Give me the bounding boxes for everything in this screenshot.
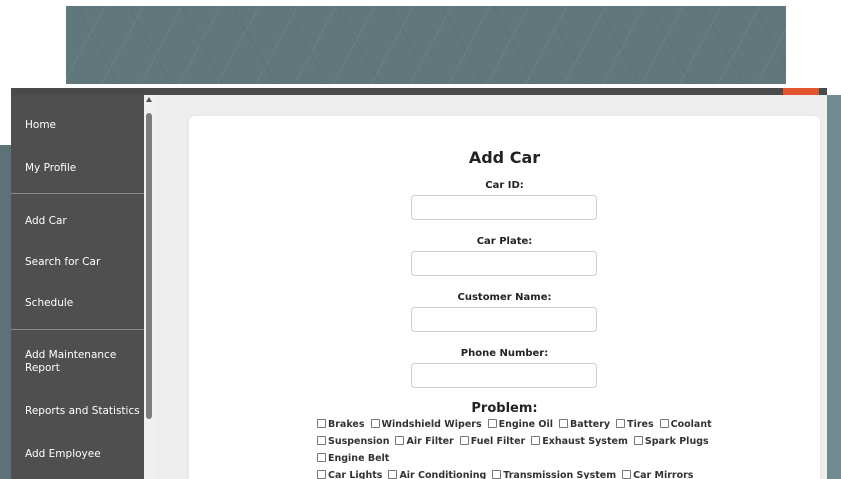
sidebar-item-add-employee[interactable]: Add Employee bbox=[11, 448, 144, 461]
page-title: Add Car bbox=[468, 148, 541, 167]
checkbox-icon bbox=[317, 470, 326, 479]
add-car-form: Add Car Car ID: Car Plate: Customer Name… bbox=[189, 116, 820, 479]
checkbox-icon bbox=[395, 436, 405, 445]
background-left-strip bbox=[0, 145, 11, 479]
problem-checkbox[interactable]: Engine Oil bbox=[487, 419, 553, 431]
checkbox-icon bbox=[616, 419, 626, 428]
scroll-up-arrow-icon[interactable] bbox=[146, 97, 152, 102]
checkbox-icon bbox=[370, 419, 380, 428]
checkbox-icon bbox=[622, 470, 632, 479]
problem-checkbox[interactable]: Engine Belt bbox=[317, 453, 389, 465]
checkbox-icon bbox=[459, 436, 469, 445]
sidebar-item-schedule[interactable]: Schedule bbox=[11, 297, 144, 310]
checkbox-icon bbox=[559, 419, 569, 428]
checkbox-icon bbox=[317, 453, 326, 462]
scrollbar-thumb[interactable] bbox=[146, 113, 152, 419]
app-window: Home My Profile Add Car Search for Car S… bbox=[11, 88, 827, 479]
problem-checkbox[interactable]: Transmission System bbox=[492, 470, 616, 479]
car-plate-input[interactable] bbox=[411, 251, 597, 276]
checkbox-icon bbox=[659, 419, 669, 428]
sidebar-item-add-car[interactable]: Add Car bbox=[11, 215, 144, 228]
sidebar-divider bbox=[11, 329, 144, 330]
problem-checkbox[interactable]: Battery bbox=[559, 419, 610, 431]
checkbox-icon bbox=[531, 436, 541, 445]
problem-checkbox[interactable]: Brakes bbox=[317, 419, 365, 431]
phone-number-input[interactable] bbox=[411, 363, 597, 388]
car-id-input[interactable] bbox=[411, 195, 597, 220]
problem-checkbox[interactable]: Windshield Wipers bbox=[370, 419, 482, 431]
header-banner bbox=[66, 6, 786, 84]
sidebar-scrollbar[interactable] bbox=[144, 95, 154, 479]
sidebar-item-my-profile[interactable]: My Profile bbox=[11, 162, 144, 175]
sidebar-item-add-maintenance-report[interactable]: Add Maintenance Report bbox=[11, 349, 131, 375]
sidebar: Home My Profile Add Car Search for Car S… bbox=[11, 95, 144, 479]
car-plate-label: Car Plate: bbox=[476, 236, 533, 247]
customer-name-input[interactable] bbox=[411, 307, 597, 332]
problem-options-row: Brakes Windshield Wipers Engine Oil Battery… bbox=[317, 419, 787, 431]
checkbox-icon bbox=[492, 470, 502, 479]
top-bar bbox=[11, 88, 827, 95]
problem-options-row: Engine Belt bbox=[317, 453, 787, 465]
problem-label: Problem: bbox=[471, 401, 538, 416]
phone-number-label: Phone Number: bbox=[460, 348, 549, 359]
sidebar-item-home[interactable]: Home bbox=[11, 119, 144, 132]
top-accent-button[interactable] bbox=[783, 88, 819, 95]
checkbox-icon bbox=[388, 470, 398, 479]
problem-checkbox[interactable]: Exhaust System bbox=[531, 436, 628, 448]
problem-checkbox[interactable]: Car Lights bbox=[317, 470, 382, 479]
problem-checkbox[interactable]: Tires bbox=[616, 419, 654, 431]
checkbox-icon bbox=[317, 436, 326, 445]
problem-options-row: Car Lights Air Conditioning Transmission S… bbox=[317, 470, 787, 479]
problem-checkbox[interactable]: Suspension bbox=[317, 436, 389, 448]
problem-checkbox[interactable]: Air Filter bbox=[395, 436, 454, 448]
problem-checkbox[interactable]: Coolant bbox=[659, 419, 712, 431]
problem-options-row: Suspension Air Filter Fuel Filter Exhaust S… bbox=[317, 436, 787, 448]
problem-checkbox[interactable]: Car Mirrors bbox=[622, 470, 693, 479]
problem-checkbox[interactable]: Spark Plugs bbox=[633, 436, 709, 448]
checkbox-icon bbox=[317, 419, 326, 428]
background-right-strip bbox=[827, 95, 841, 479]
problem-checkbox[interactable]: Fuel Filter bbox=[459, 436, 525, 448]
checkbox-icon bbox=[633, 436, 643, 445]
sidebar-divider bbox=[11, 193, 144, 194]
problem-checkbox[interactable]: Air Conditioning bbox=[388, 470, 486, 479]
sidebar-item-reports-and-statistics[interactable]: Reports and Statistics bbox=[11, 405, 144, 418]
checkbox-icon bbox=[487, 419, 497, 428]
customer-name-label: Customer Name: bbox=[457, 292, 552, 303]
car-id-label: Car ID: bbox=[485, 180, 524, 191]
sidebar-item-search-for-car[interactable]: Search for Car bbox=[11, 256, 144, 269]
